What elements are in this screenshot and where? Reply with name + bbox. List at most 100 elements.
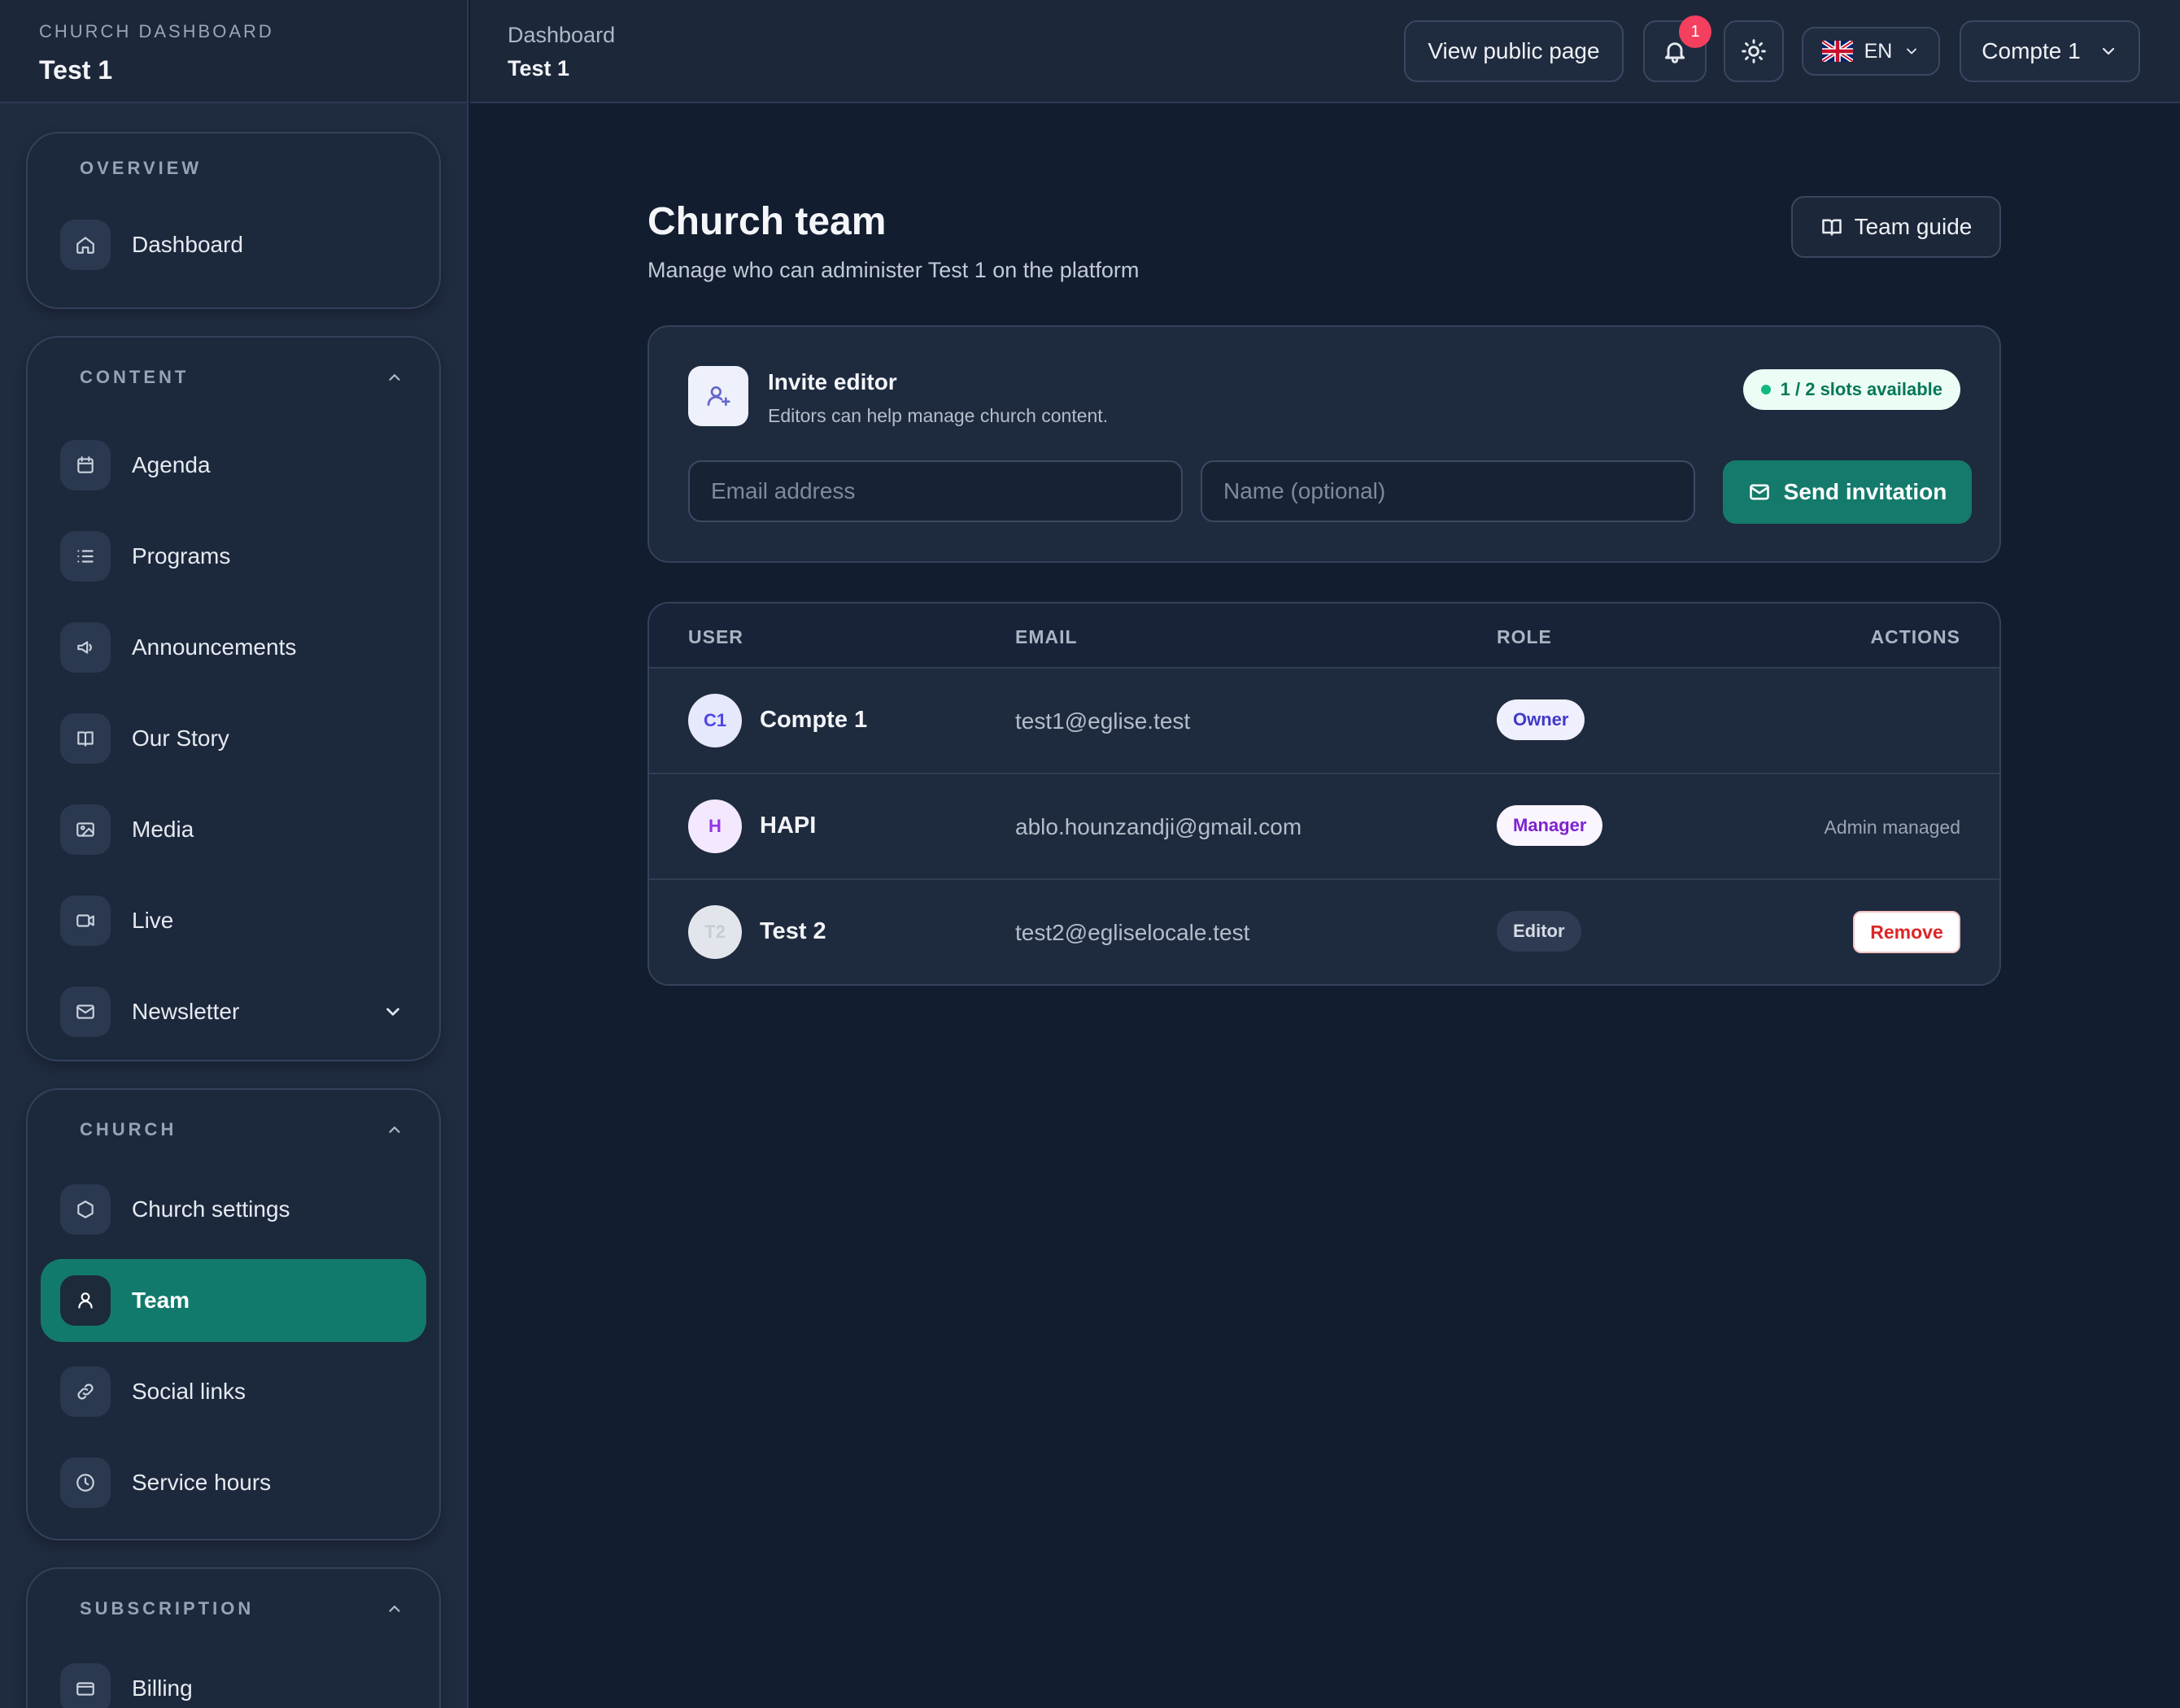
sidebar-item-dashboard[interactable]: Dashboard [41, 203, 426, 286]
page-subtitle: Manage who can administer Test 1 on the … [647, 258, 1140, 282]
admin-managed-label: Admin managed [1824, 817, 1961, 838]
megaphone-icon [60, 622, 111, 673]
group-title-content: CONTENT [80, 367, 190, 387]
invite-title: Invite editor [768, 369, 897, 394]
chevron-down-icon [1907, 48, 1917, 54]
book-icon [60, 713, 111, 764]
table-header: USER EMAIL ROLE ACTIONS [649, 603, 1999, 669]
main-content: Church team Manage who can administer Te… [470, 105, 2180, 1708]
clock-icon [60, 1457, 111, 1508]
send-invitation-label: Send invitation [1783, 479, 1947, 504]
column-header-user: USER [688, 626, 743, 647]
nav-group-overview: OVERVIEW Dashboard [26, 132, 441, 309]
brand: CHURCH DASHBOARD Test 1 [0, 0, 467, 103]
calendar-icon [60, 440, 111, 490]
table-row: T2 Test 2 test2@egliselocale.test Editor… [649, 880, 1999, 984]
group-title-church: CHURCH [80, 1119, 177, 1139]
email-field[interactable] [688, 460, 1183, 522]
sidebar-item-label: Billing [132, 1675, 193, 1701]
slots-available-badge: 1 / 2 slots available [1742, 369, 1960, 410]
chevron-down-icon[interactable] [382, 1001, 403, 1022]
status-dot-icon [1760, 385, 1771, 394]
role-badge: Manager [1497, 805, 1603, 846]
sidebar-item-live[interactable]: Live [41, 879, 426, 962]
group-head-church[interactable]: CHURCH [28, 1095, 439, 1165]
topbar: Dashboard Test 1 View public page 1 EN C… [470, 0, 2180, 103]
nav-group-content: CONTENT Agenda Programs Announcements Ou… [26, 336, 441, 1061]
uk-flag-icon [1821, 41, 1853, 62]
breadcrumb-parent[interactable]: Dashboard [508, 23, 615, 48]
nav-group-church: CHURCH Church settings Team Social links [26, 1088, 441, 1540]
team-guide-button[interactable]: Team guide [1791, 196, 2001, 258]
image-icon [60, 804, 111, 855]
view-public-page-label: View public page [1428, 38, 1600, 63]
link-icon [60, 1366, 111, 1417]
sidebar-item-announcements[interactable]: Announcements [41, 606, 426, 689]
book-open-icon [1821, 219, 1842, 236]
sidebar-item-label: Service hours [132, 1470, 272, 1495]
sidebar-item-church-settings[interactable]: Church settings [41, 1168, 426, 1251]
sidebar-item-label: Our Story [132, 725, 229, 751]
sidebar-item-label: Live [132, 908, 174, 933]
sidebar-item-team[interactable]: Team [41, 1259, 426, 1342]
role-badge: Owner [1497, 699, 1585, 740]
chevron-up-icon [389, 1126, 400, 1133]
view-public-page-button[interactable]: View public page [1404, 20, 1624, 82]
name-field[interactable] [1201, 460, 1695, 522]
brand-kicker: CHURCH DASHBOARD [39, 21, 274, 41]
notification-badge: 1 [1679, 15, 1711, 48]
sidebar-item-label: Social links [132, 1379, 246, 1404]
user-name: HAPI [760, 813, 817, 839]
slots-label: 1 / 2 slots available [1780, 379, 1942, 399]
user-email: test1@eglise.test [1015, 708, 1191, 734]
group-title-subscription: SUBSCRIPTION [80, 1598, 255, 1619]
remove-button[interactable]: Remove [1853, 911, 1960, 953]
notifications-button[interactable]: 1 [1643, 15, 1711, 82]
account-label: Compte 1 [1982, 38, 2081, 63]
mail-icon [60, 987, 111, 1037]
brand-title: Test 1 [39, 55, 113, 85]
sidebar-item-label: Church settings [132, 1196, 290, 1222]
avatar: H [688, 800, 742, 853]
column-header-role: ROLE [1497, 626, 1552, 647]
sidebar: CHURCH DASHBOARD Test 1 OVERVIEW Dashboa… [0, 0, 469, 1708]
chevron-up-icon [389, 374, 400, 381]
avatar: C1 [688, 694, 742, 747]
breadcrumb: Dashboard Test 1 [508, 23, 615, 81]
chevron-down-icon [2102, 47, 2114, 55]
sidebar-item-label: Media [132, 817, 194, 842]
role-badge: Editor [1497, 911, 1581, 952]
table-row: H HAPI ablo.hounzandji@gmail.com Manager… [649, 774, 1999, 880]
account-menu-button[interactable]: Compte 1 [1960, 20, 2140, 82]
credit-card-icon [60, 1663, 111, 1708]
nav-group-subscription: SUBSCRIPTION Billing [26, 1567, 441, 1708]
theme-toggle-button[interactable] [1724, 20, 1784, 82]
sidebar-item-our-story[interactable]: Our Story [41, 697, 426, 780]
sidebar-item-label: Dashboard [132, 232, 243, 257]
language-select[interactable]: EN [1802, 27, 1940, 76]
hexagon-icon [60, 1184, 111, 1235]
sidebar-item-service-hours[interactable]: Service hours [41, 1441, 426, 1524]
group-head-subscription[interactable]: SUBSCRIPTION [28, 1574, 439, 1644]
sidebar-item-programs[interactable]: Programs [41, 515, 426, 598]
user-plus-icon [688, 366, 748, 426]
mail-icon [1749, 484, 1769, 500]
user-email: test2@egliselocale.test [1015, 920, 1250, 945]
sidebar-item-label: Agenda [132, 452, 211, 477]
user-name: Compte 1 [760, 707, 868, 733]
group-head-content[interactable]: CONTENT [28, 342, 439, 412]
sidebar-item-newsletter[interactable]: Newsletter [41, 970, 426, 1053]
send-invitation-button[interactable]: Send invitation [1723, 460, 1972, 524]
chevron-up-icon [389, 1606, 400, 1612]
list-icon [60, 531, 111, 582]
sidebar-item-agenda[interactable]: Agenda [41, 424, 426, 507]
sidebar-item-label: Team [132, 1288, 190, 1313]
sidebar-item-social-links[interactable]: Social links [41, 1350, 426, 1433]
group-title-overview: OVERVIEW [80, 158, 203, 178]
invite-subtitle: Editors can help manage church content. [768, 405, 1109, 426]
sidebar-item-billing[interactable]: Billing [41, 1647, 426, 1708]
sidebar-item-label: Announcements [132, 634, 297, 660]
video-icon [60, 895, 111, 946]
user-name: Test 2 [760, 918, 826, 944]
sidebar-item-media[interactable]: Media [41, 788, 426, 871]
